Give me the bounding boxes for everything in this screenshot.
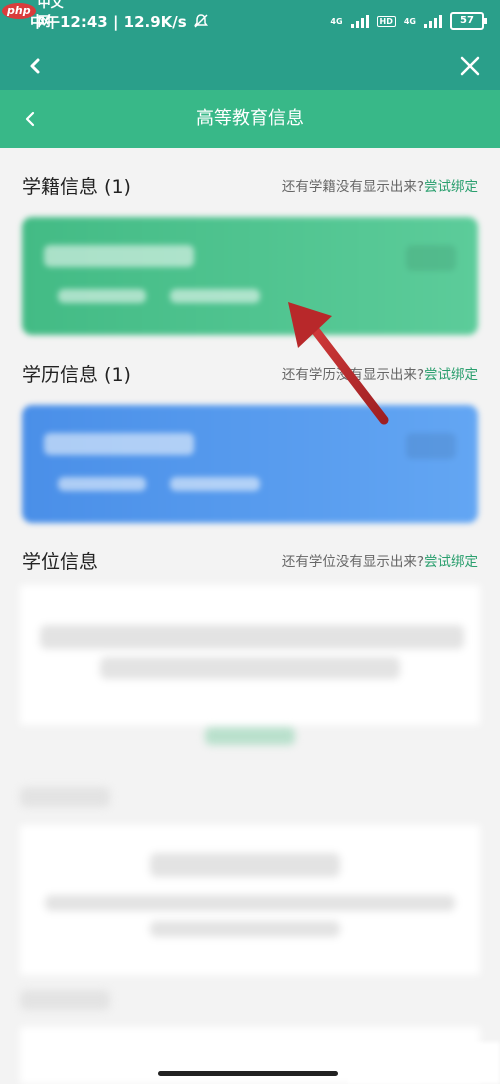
enrollment-card[interactable] [22,217,478,335]
section-title: 学籍信息 (1) [22,176,131,198]
blurred-button [205,727,295,745]
education-card[interactable] [22,405,478,523]
section-header-degree: 学位信息 还有学位没有显示出来?尝试绑定 [22,548,478,576]
blurred-heading [20,787,110,807]
section-title: 学位信息 [22,551,99,573]
top-toolbar [0,42,500,90]
home-indicator[interactable] [158,1071,338,1076]
section-hint: 还有学位没有显示出来?尝试绑定 [282,548,478,576]
chevron-left-icon [30,58,40,74]
status-bar: 中午12:43 | 12.9K/s 4G HD 4G 57 [0,0,500,42]
signal-icon [424,14,442,28]
blurred-text [150,853,340,877]
battery-icon: 57 [450,12,487,30]
card-blur-line [170,289,260,303]
card-blur-tag [406,245,456,271]
card-blur-tag [406,433,456,459]
close-icon [460,56,480,76]
section-hint: 还有学历没有显示出来?尝试绑定 [282,361,478,389]
blurred-panel [20,585,480,725]
page-title: 高等教育信息 [196,108,304,129]
blurred-text [45,895,455,911]
status-right: 4G HD 4G 57 [330,12,487,30]
blurred-text [150,921,340,937]
section-hint: 还有学籍没有显示出来?尝试绑定 [282,173,478,201]
card-blur-line [58,289,146,303]
card-blur-line [44,433,194,455]
watermark-cn: 中文网 [37,0,64,30]
watermark-logo: php 中文网 [0,0,66,30]
blurred-area [0,585,500,1084]
section-title: 学历信息 (1) [22,364,131,386]
blurred-heading [20,990,110,1010]
bind-link[interactable]: 尝试绑定 [424,554,478,570]
blurred-text [40,625,464,649]
card-blur-line [44,245,194,267]
chevron-left-icon [25,111,35,127]
network-type-1: 4G [330,16,343,26]
network-type-2: 4G [403,16,416,26]
card-blur-line [170,477,260,491]
page-header: 高等教育信息 [0,90,500,148]
signal-icon [350,14,369,28]
section-header-enrollment: 学籍信息 (1) 还有学籍没有显示出来?尝试绑定 [22,173,478,201]
section-header-degree-record: 学历信息 (1) 还有学历没有显示出来?尝试绑定 [22,361,478,389]
watermark-overlay [348,1042,500,1084]
bind-link[interactable]: 尝试绑定 [424,367,478,383]
back-button[interactable] [24,50,56,82]
header-back-button[interactable] [16,103,48,135]
blurred-text [100,657,400,679]
bell-off-icon [193,14,208,28]
bind-link[interactable]: 尝试绑定 [424,179,478,195]
hint-text: 还有学历没有显示出来? [281,367,424,383]
content-area: 学籍信息 (1) 还有学籍没有显示出来?尝试绑定 学历信息 (1) 还有学历没有… [0,148,500,1084]
close-button[interactable] [454,50,486,82]
hint-text: 还有学籍没有显示出来? [281,179,424,195]
watermark-php: php [2,3,36,19]
hint-text: 还有学位没有显示出来? [281,554,424,570]
card-blur-line [58,477,146,491]
hd-badge: HD [376,15,396,27]
